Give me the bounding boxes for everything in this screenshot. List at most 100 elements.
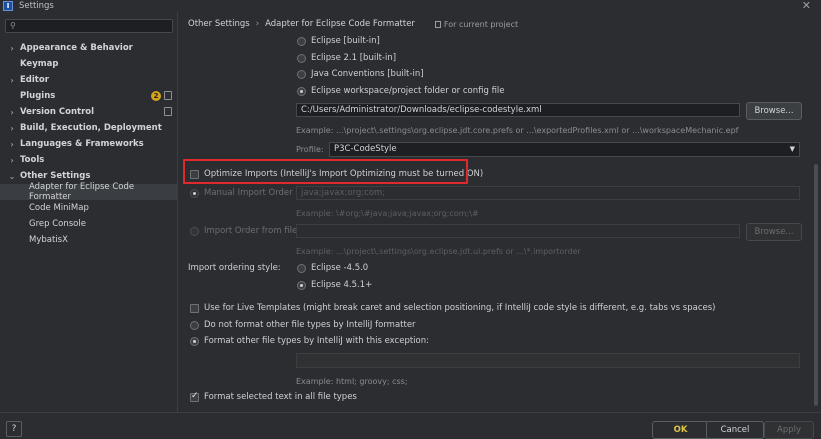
- plugins-update-badge: 2: [151, 91, 161, 101]
- sidebar-item-tools[interactable]: › Tools: [0, 152, 178, 168]
- annotation-highlight-box: [183, 159, 468, 184]
- live-templates-checkbox[interactable]: Use for Live Templates (might break care…: [190, 301, 715, 315]
- sidebar-item-grep-console[interactable]: Grep Console: [0, 216, 178, 232]
- sidebar-item-label: Languages & Frameworks: [20, 139, 144, 149]
- help-button[interactable]: ?: [6, 421, 22, 437]
- title-bar: I Settings ✕: [0, 0, 821, 12]
- cancel-button[interactable]: Cancel: [706, 421, 764, 439]
- chevron-down-icon: ⌄: [8, 171, 16, 181]
- close-icon[interactable]: ✕: [802, 0, 811, 12]
- radio-label: Format other file types by IntelliJ with…: [204, 336, 429, 346]
- apply-button[interactable]: Apply: [764, 421, 814, 439]
- radio-eclipse-builtin[interactable]: Eclipse [built-in]: [297, 34, 380, 48]
- radio-label: Import Order from file: [204, 226, 298, 236]
- project-scope-icon: [434, 20, 441, 28]
- sidebar-item-label: Grep Console: [29, 219, 86, 229]
- settings-sidebar: ⚲ › Appearance & Behavior › Keymap › Edi…: [0, 12, 178, 412]
- radio-button[interactable]: [190, 320, 199, 330]
- sidebar-item-editor[interactable]: › Editor: [0, 72, 178, 88]
- search-icon: ⚲: [10, 21, 16, 30]
- chevron-right-icon: ›: [10, 123, 14, 133]
- project-scope-icon: [164, 107, 172, 116]
- checkbox[interactable]: [190, 303, 199, 313]
- sidebar-item-label: Tools: [20, 155, 45, 165]
- radio-button[interactable]: [297, 280, 306, 290]
- sidebar-item-label: Other Settings: [20, 171, 91, 181]
- checkbox[interactable]: [190, 391, 199, 402]
- sidebar-item-build[interactable]: › Build, Execution, Deployment: [0, 120, 178, 136]
- sidebar-item-appearance[interactable]: › Appearance & Behavior: [0, 40, 178, 56]
- scope-text: For current project: [443, 19, 519, 29]
- exception-hint: Example: html; groovy; css;: [296, 376, 408, 386]
- profile-label-text: Profile:: [296, 144, 324, 154]
- profile-label: Profile:: [296, 142, 324, 156]
- config-path-field[interactable]: C:/Users/Administrator/Downloads/eclipse…: [296, 103, 740, 117]
- radio-do-not-format[interactable]: Do not format other file types by Intell…: [190, 318, 416, 332]
- sidebar-item-label: Editor: [20, 75, 49, 85]
- profile-select[interactable]: P3C-CodeStyle ▼: [329, 142, 800, 157]
- radio-format-other[interactable]: Format other file types by IntelliJ with…: [190, 334, 429, 348]
- checkbox-label: Use for Live Templates (might break care…: [204, 303, 716, 313]
- sidebar-item-mybatisx[interactable]: MybatisX: [0, 232, 178, 248]
- exception-field[interactable]: [296, 353, 800, 368]
- checkbox-label: Format selected text in all file types: [204, 392, 357, 402]
- format-selected-checkbox[interactable]: Format selected text in all file types: [190, 390, 357, 404]
- sidebar-item-label: Code MiniMap: [29, 203, 89, 213]
- radio-java-conventions[interactable]: Java Conventions [built-in]: [297, 67, 424, 81]
- radio-label: Eclipse -4.5.0: [311, 263, 369, 273]
- browse-import-order-button[interactable]: Browse...: [746, 223, 802, 241]
- sidebar-item-label: Plugins: [20, 91, 56, 101]
- chevron-down-icon: ▼: [789, 145, 795, 153]
- radio-button[interactable]: [297, 36, 306, 46]
- sidebar-item-version-control[interactable]: › Version Control: [0, 104, 178, 120]
- window-title: Settings: [19, 1, 54, 11]
- project-scope-icon: [164, 91, 172, 100]
- chevron-right-icon: ›: [10, 43, 14, 53]
- radio-button[interactable]: [190, 336, 199, 346]
- radio-label: Manual Import Order: [204, 188, 293, 198]
- radio-button[interactable]: [297, 69, 306, 79]
- radio-button[interactable]: [297, 53, 306, 63]
- sidebar-item-label: Version Control: [20, 107, 95, 117]
- sidebar-item-label: Keymap: [20, 59, 59, 69]
- manual-import-order-field[interactable]: java;javax;org;com;: [296, 186, 800, 200]
- sidebar-item-label: MybatisX: [29, 235, 68, 245]
- settings-content: Other Settings › Adapter for Eclipse Cod…: [179, 12, 821, 412]
- chevron-right-icon: ›: [10, 139, 14, 149]
- radio-button[interactable]: [297, 86, 306, 96]
- sidebar-item-languages[interactable]: › Languages & Frameworks: [0, 136, 178, 152]
- breadcrumb-separator: ›: [255, 19, 260, 29]
- chevron-right-icon: ›: [10, 155, 14, 165]
- sidebar-item-eclipse-formatter[interactable]: Adapter for Eclipse Code Formatter: [0, 182, 178, 202]
- radio-label: Eclipse workspace/project folder or conf…: [311, 86, 505, 96]
- radio-button[interactable]: [190, 188, 199, 198]
- browse-config-button[interactable]: Browse...: [746, 102, 802, 120]
- sidebar-item-code-minimap[interactable]: Code MiniMap: [0, 200, 178, 216]
- scrollbar-thumb[interactable]: [814, 164, 818, 406]
- radio-button[interactable]: [190, 226, 199, 236]
- import-order-hint: Example: ...\project\.settings\org.eclip…: [296, 246, 581, 256]
- vertical-scrollbar[interactable]: [811, 12, 821, 412]
- radio-label: Eclipse [built-in]: [311, 36, 380, 46]
- radio-workspace-config[interactable]: Eclipse workspace/project folder or conf…: [297, 84, 505, 98]
- breadcrumb-root[interactable]: Other Settings: [188, 19, 250, 29]
- radio-label: Do not format other file types by Intell…: [204, 320, 416, 330]
- manual-order-hint: Example: \#org;\#java;java;javax;org;com…: [296, 208, 479, 218]
- radio-button[interactable]: [297, 263, 306, 273]
- radio-import-order-file[interactable]: Import Order from file: [190, 224, 297, 238]
- radio-label: Eclipse 4.5.1+: [311, 280, 373, 290]
- import-order-file-field[interactable]: [296, 224, 740, 238]
- search-input[interactable]: ⚲: [5, 19, 173, 33]
- radio-label: Eclipse 2.1 [built-in]: [311, 53, 397, 63]
- radio-eclipse-21[interactable]: Eclipse 2.1 [built-in]: [297, 51, 396, 65]
- radio-eclipse-450[interactable]: Eclipse -4.5.0: [297, 261, 368, 275]
- ok-button[interactable]: OK: [652, 421, 709, 439]
- radio-eclipse-451[interactable]: Eclipse 4.5.1+: [297, 278, 372, 292]
- sidebar-item-label: Adapter for Eclipse Code Formatter: [29, 182, 135, 202]
- sidebar-item-plugins[interactable]: › Plugins 2: [0, 88, 178, 104]
- sidebar-item-label: Appearance & Behavior: [20, 43, 133, 53]
- intellij-logo-icon: I: [3, 1, 13, 11]
- radio-manual-import-order[interactable]: Manual Import Order: [190, 186, 293, 200]
- profile-value: P3C-CodeStyle: [334, 144, 397, 154]
- sidebar-item-keymap[interactable]: › Keymap: [0, 56, 178, 72]
